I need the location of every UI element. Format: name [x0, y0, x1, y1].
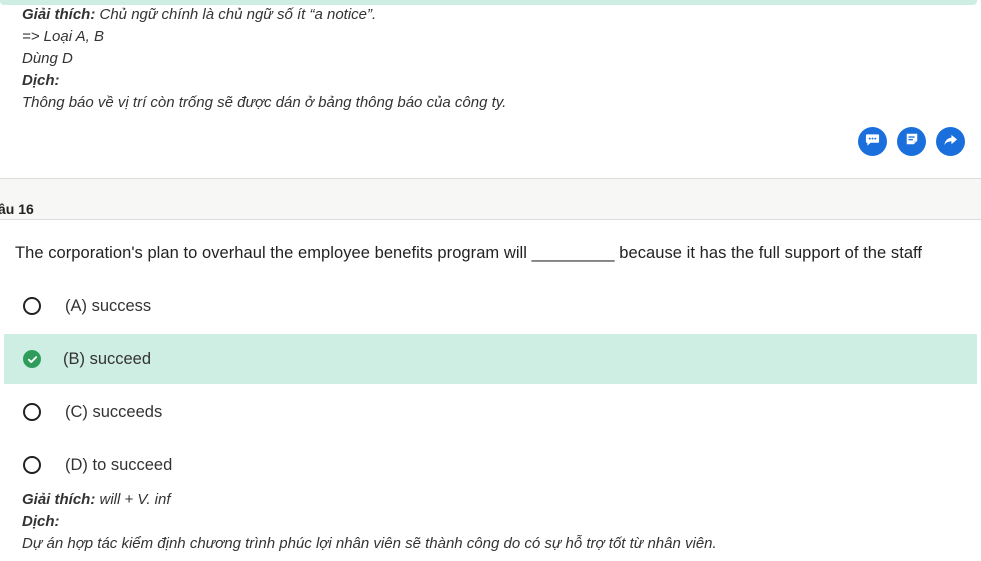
check-circle-icon[interactable]: [23, 350, 41, 368]
explanation-text: will + V. inf: [95, 491, 171, 508]
option-c-text: (C) succeeds: [65, 402, 163, 421]
question-text: The corporation's plan to overhaul the e…: [15, 244, 923, 262]
prev-explanation-use: Dùng D: [22, 50, 73, 67]
option-a-text: (A) success: [65, 296, 152, 315]
explanation-line: Giải thích: will + V. inf: [22, 489, 171, 511]
question-header-band: [0, 178, 981, 220]
prev-explanation-line: Giải thích: Chủ ngữ chính là chủ ngữ số …: [22, 4, 376, 26]
note-icon: [905, 132, 919, 151]
share-button[interactable]: [936, 127, 965, 156]
radio-icon[interactable]: [23, 403, 41, 421]
option-d-text: (D) to succeed: [65, 455, 173, 474]
option-c[interactable]: (C) succeeds: [4, 387, 977, 437]
question-number: âu 16: [0, 201, 34, 217]
share-icon: [943, 132, 958, 152]
option-b[interactable]: (B) succeed: [4, 334, 977, 384]
comment-button[interactable]: [858, 127, 887, 156]
radio-icon[interactable]: [23, 456, 41, 474]
note-button[interactable]: [897, 127, 926, 156]
option-a[interactable]: (A) success: [4, 281, 977, 331]
prev-translation-text: Thông báo về vị trí còn trống sẽ được dá…: [22, 94, 507, 111]
explanation-label: Giải thích:: [22, 491, 96, 508]
translation-label: Dịch:: [22, 513, 60, 530]
prev-translation-label: Dịch:: [22, 72, 60, 89]
translation-text: Dự án hợp tác kiểm định chương trình phú…: [22, 535, 717, 552]
comment-icon: [865, 132, 880, 152]
option-d[interactable]: (D) to succeed: [4, 440, 977, 490]
prev-explanation-text: Chủ ngữ chính là chủ ngữ số ít “a notice…: [95, 6, 377, 23]
prev-explanation-eliminate: => Loại A, B: [22, 28, 105, 45]
prev-explanation-label: Giải thích:: [22, 6, 96, 23]
radio-icon[interactable]: [23, 297, 41, 315]
option-b-text: (B) succeed: [63, 349, 152, 368]
